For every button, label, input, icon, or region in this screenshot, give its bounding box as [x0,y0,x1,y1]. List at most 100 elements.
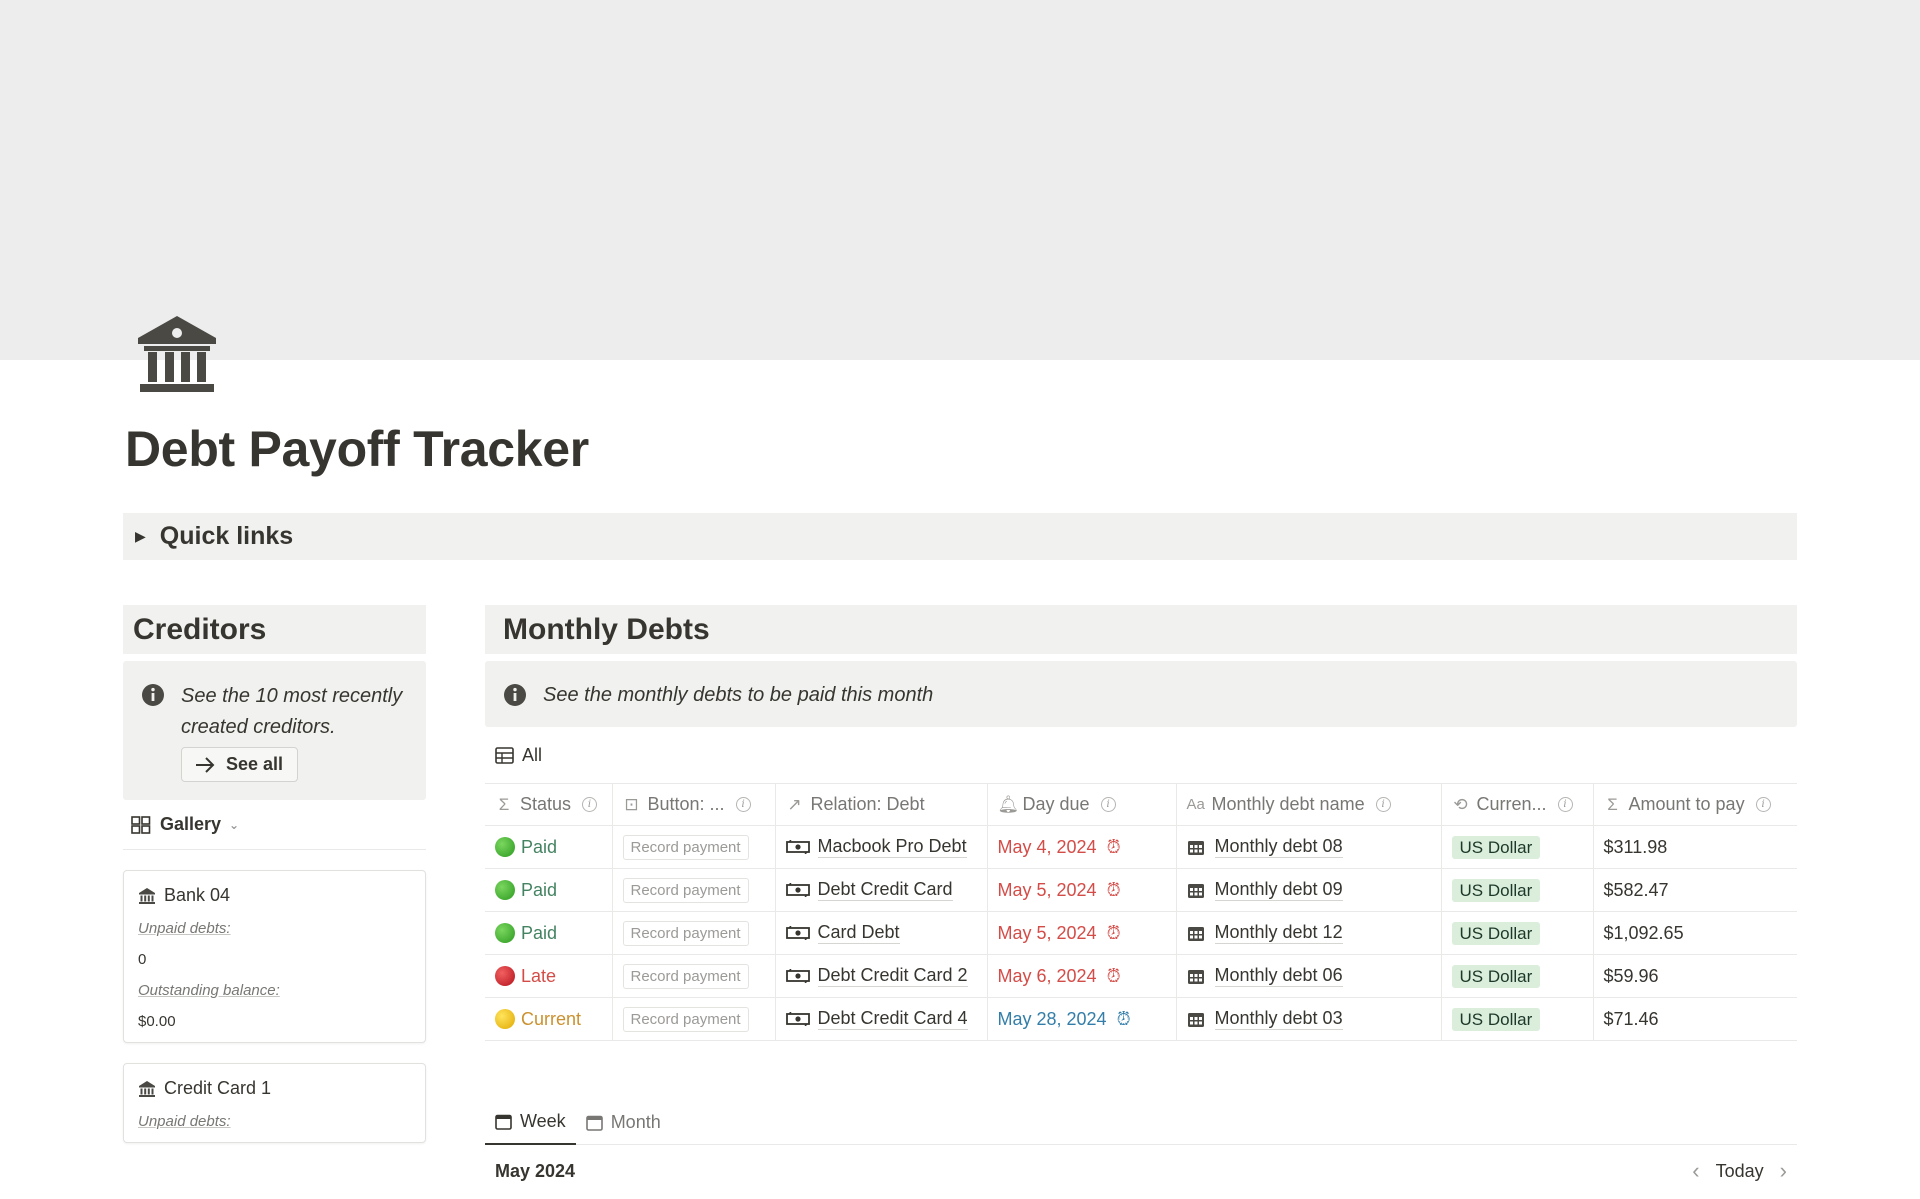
relation-cell[interactable]: Debt Credit Card 2 [774,954,988,998]
quick-links-toggle[interactable]: ▶ Quick links [123,513,1797,560]
column-header-status[interactable]: Σ Status i [485,783,613,826]
day-due-cell[interactable]: May 5, 2024 ⏰︎ [986,868,1177,912]
calendar-month-label: May 2024 [495,1160,576,1181]
amount-cell[interactable]: $71.46 [1592,997,1797,1041]
info-icon [142,684,164,706]
green-circle-icon [495,923,515,943]
monthly-debt-name-cell[interactable]: Monthly debt 09 [1175,868,1442,912]
monthly-debt-name-cell[interactable]: Monthly debt 08 [1175,825,1442,869]
status-cell[interactable]: Current [485,997,613,1041]
creditors-callout-text: See the 10 most recently created credito… [181,685,403,738]
currency-cell[interactable]: US Dollar [1440,911,1594,955]
alarm-clock-icon: ⏰︎ [1106,836,1121,857]
monthly-debt-name-cell[interactable]: Monthly debt 12 [1175,911,1442,955]
column-header-day-due[interactable]: 🔔︎ Day due i [986,783,1177,826]
toggle-triangle-icon[interactable]: ▶ [135,528,146,545]
monthly-debt-name-cell[interactable]: Monthly debt 06 [1175,954,1442,998]
currency-cell[interactable]: US Dollar [1440,954,1594,998]
info-icon[interactable]: i [1557,797,1573,812]
page-title[interactable]: Debt Payoff Tracker [125,420,589,478]
currency-cell[interactable]: US Dollar [1440,825,1594,869]
outstanding-balance-label: Outstanding balance: [138,982,280,999]
creditor-card[interactable]: Bank 04 Unpaid debts: 0 Outstanding bala… [123,870,426,1043]
relation-cell[interactable]: Macbook Pro Debt [774,825,988,869]
info-icon[interactable]: i [1100,797,1116,812]
page-cover[interactable] [0,0,1920,360]
record-payment-button[interactable]: Record payment [622,963,749,989]
see-all-button[interactable]: See all [181,747,299,782]
tab-month[interactable]: Month [576,1100,671,1145]
info-icon[interactable]: i [1375,797,1391,812]
creditors-callout: See the 10 most recently created credito… [123,661,426,800]
table-row[interactable]: Late Record payment Debt Credit Card 2 M… [485,954,1797,998]
column-header-button[interactable]: ⊡ Button: ... i [611,783,776,826]
creditor-card[interactable]: Credit Card 1 Unpaid debts: [123,1063,426,1143]
tab-week[interactable]: Week [485,1100,576,1145]
info-icon[interactable]: i [735,797,751,812]
bank-icon [139,887,155,904]
creditor-card-title: Bank 04 [164,885,231,905]
green-circle-icon [495,837,515,857]
record-payment-button[interactable]: Record payment [622,834,749,860]
calendar-icon [1187,883,1204,898]
record-payment-button[interactable]: Record payment [622,877,749,903]
monthly-debts-table: Σ Status i ⊡ Button: ... i ↗ Relation: Debt 🔔… [485,783,1797,1041]
amount-cell[interactable]: $582.47 [1592,868,1797,912]
money-icon [785,926,810,940]
currency-pill: US Dollar [1451,964,1541,988]
monthly-debts-heading: Monthly Debts [485,605,1797,654]
money-icon [785,1012,810,1026]
calendar-view-tabs: Week Month [485,1100,1797,1145]
column-header-amount-to-pay[interactable]: Σ Amount to pay i [1592,783,1797,826]
amount-cell[interactable]: $1,092.65 [1592,911,1797,955]
arrow-right-icon [196,756,215,773]
amount-cell[interactable]: $311.98 [1592,825,1797,869]
red-circle-icon [495,966,515,986]
chevron-down-icon[interactable]: ⌄ [229,818,239,832]
relation-cell[interactable]: Debt Credit Card [774,868,988,912]
unpaid-debts-label: Unpaid debts: [138,920,231,937]
column-header-monthly-debt-name[interactable]: Aa Monthly debt name i [1175,783,1442,826]
alarm-clock-icon: ⏰︎ [1106,922,1121,943]
amount-cell[interactable]: $59.96 [1592,954,1797,998]
currency-cell[interactable]: US Dollar [1440,997,1594,1041]
relation-cell[interactable]: Card Debt [774,911,988,955]
table-row[interactable]: Paid Record payment Card Debt May 5, 202… [485,911,1797,955]
column-header-currency[interactable]: ⟲ Curren... i [1440,783,1594,826]
table-row[interactable]: Paid Record payment Debt Credit Card May… [485,868,1797,912]
table-view-tab[interactable]: All [485,727,1797,783]
currency-cell[interactable]: US Dollar [1440,868,1594,912]
relation-cell[interactable]: Debt Credit Card 4 [774,997,988,1041]
gallery-view-label: Gallery [160,814,222,834]
status-cell[interactable]: Paid [485,868,613,912]
monthly-debts-section: Monthly Debts See the monthly debts to b… [485,605,1797,1041]
unpaid-debts-value: 0 [138,951,147,968]
currency-pill: US Dollar [1451,921,1541,945]
chevron-left-icon[interactable]: ‹ [1692,1158,1699,1184]
record-payment-button[interactable]: Record payment [622,1006,749,1032]
bank-icon[interactable] [136,314,218,394]
status-cell[interactable]: Late [485,954,613,998]
table-row[interactable]: Current Record payment Debt Credit Card … [485,997,1797,1041]
today-button[interactable]: Today [1716,1161,1764,1182]
monthly-debt-name-cell[interactable]: Monthly debt 03 [1175,997,1442,1041]
record-payment-button[interactable]: Record payment [622,920,749,946]
info-icon[interactable]: i [582,797,598,812]
info-icon[interactable]: i [1755,797,1771,812]
day-due-cell[interactable]: May 4, 2024 ⏰︎ [986,825,1177,869]
column-header-relation-debt[interactable]: ↗ Relation: Debt [774,783,988,826]
status-cell[interactable]: Paid [485,825,613,869]
currency-pill: US Dollar [1451,835,1541,859]
day-due-cell[interactable]: May 5, 2024 ⏰︎ [986,911,1177,955]
table-row[interactable]: Paid Record payment Macbook Pro Debt May… [485,825,1797,869]
gallery-view-tab[interactable]: Gallery ⌄ [123,800,426,850]
creditors-heading: Creditors [123,605,426,654]
day-due-cell[interactable]: May 6, 2024 ⏰︎ [986,954,1177,998]
status-cell[interactable]: Paid [485,911,613,955]
button-property-icon: ⊡ [624,794,639,814]
button-cell: Record payment [611,911,776,955]
title-property-icon: Aa [1186,796,1205,813]
day-due-cell[interactable]: May 28, 2024 ⏰︎ [986,997,1177,1041]
formula-icon: Σ [498,794,510,814]
chevron-right-icon[interactable]: › [1780,1158,1787,1184]
